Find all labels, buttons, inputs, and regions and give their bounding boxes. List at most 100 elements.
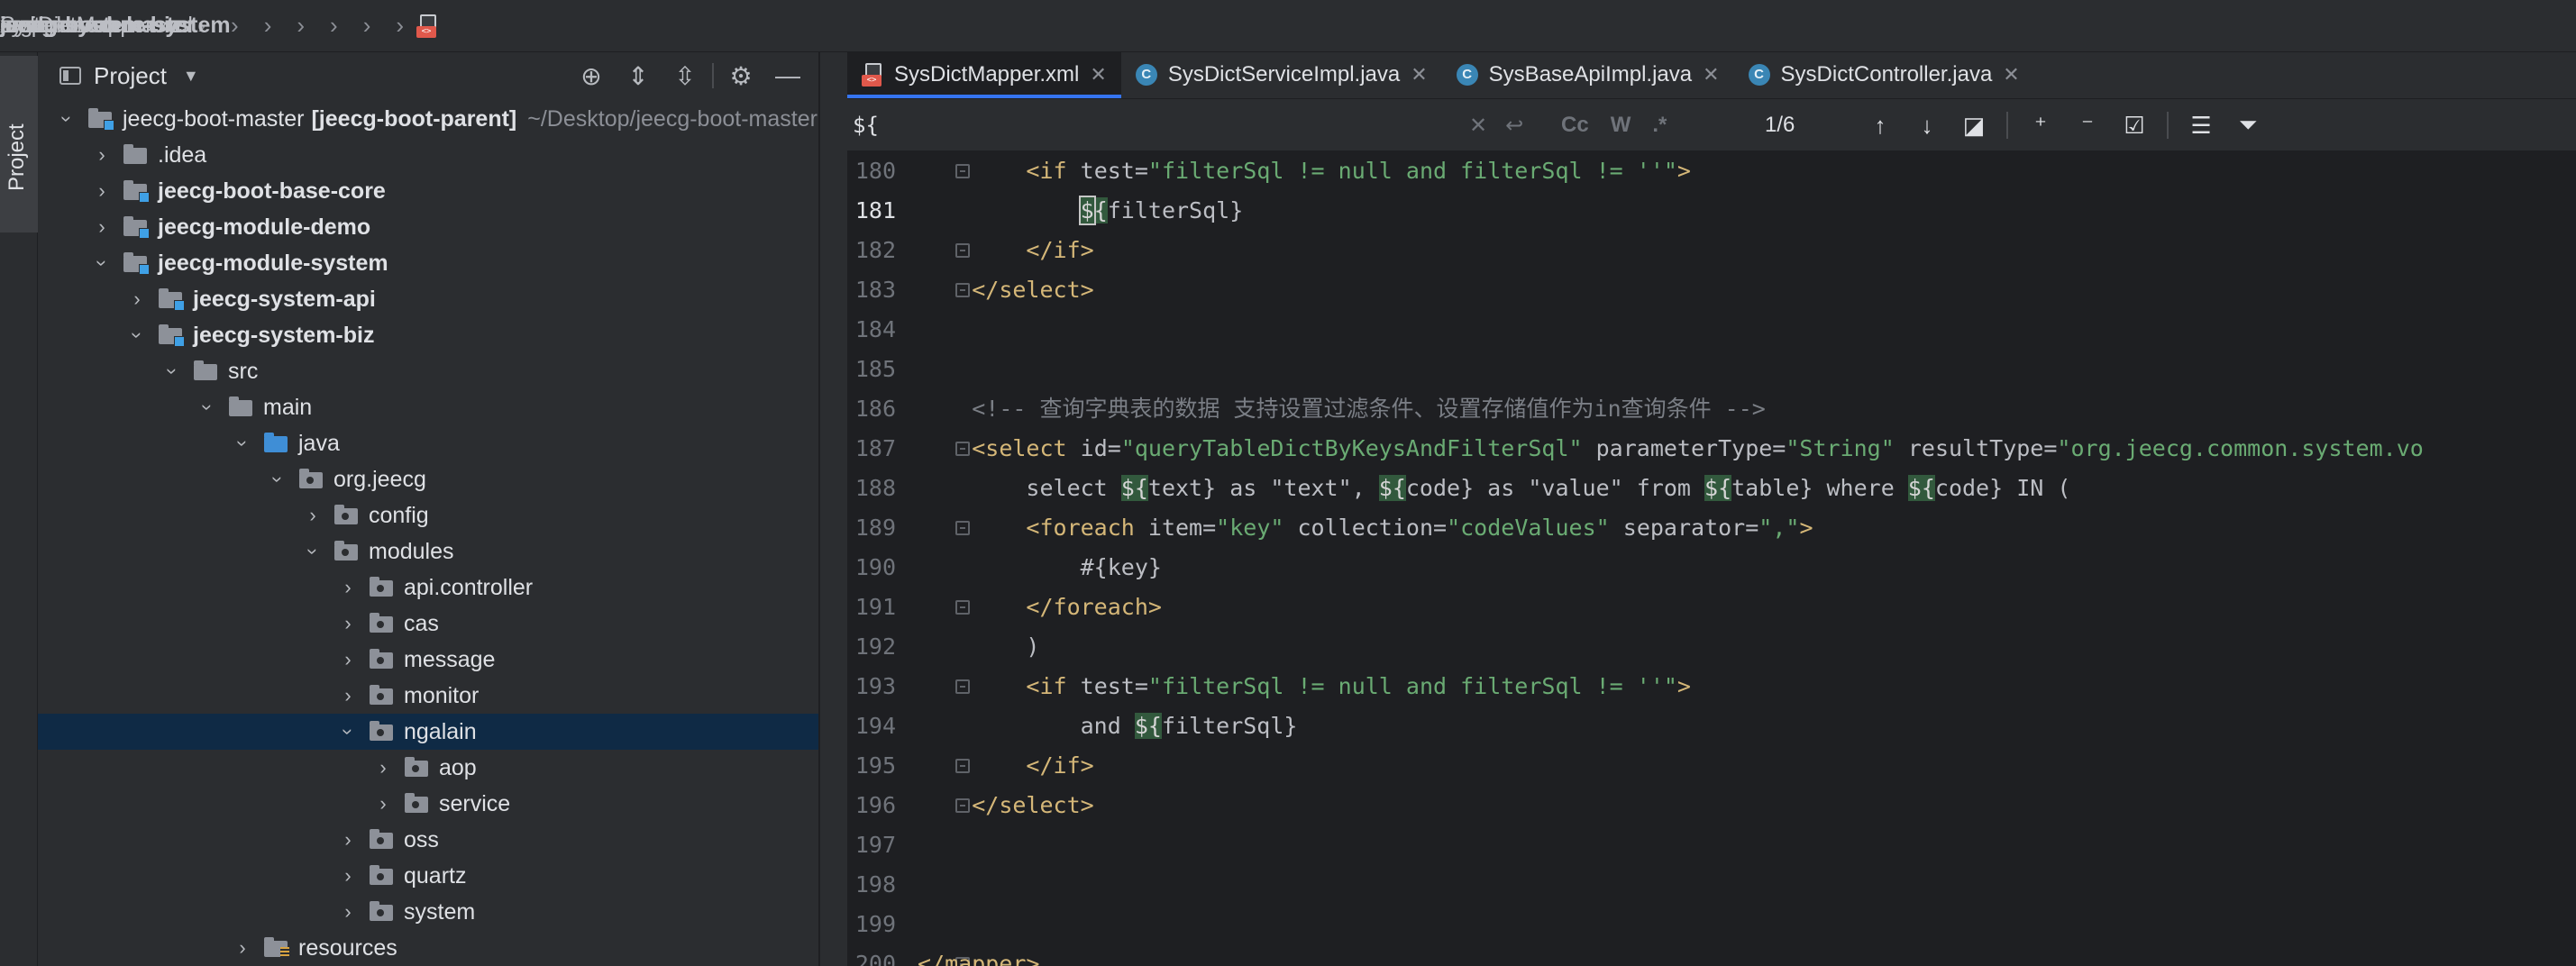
- chevron-right-icon[interactable]: ›: [339, 648, 357, 671]
- tree-node[interactable]: › jeecg-boot-base-core: [38, 173, 818, 209]
- project-tool-window-tab[interactable]: Project: [0, 56, 38, 232]
- filter-icon[interactable]: ⏷: [2224, 111, 2271, 140]
- tree-node[interactable]: › jeecg-system-biz: [38, 317, 818, 353]
- tree-node[interactable]: › modules: [38, 533, 818, 570]
- editor-tab[interactable]: <> SysDictMapper.xml ✕: [847, 51, 1121, 98]
- close-icon[interactable]: ✕: [1411, 63, 1427, 87]
- tree-node[interactable]: › jeecg-system-api: [38, 281, 818, 317]
- tree-node[interactable]: › cas: [38, 606, 818, 642]
- tree-node[interactable]: › org.jeecg: [38, 461, 818, 497]
- hide-panel-icon[interactable]: —: [764, 61, 811, 90]
- breadcrumb-item[interactable]: system ›: [0, 12, 351, 40]
- close-icon[interactable]: ✕: [1703, 63, 1719, 87]
- next-occurrence-icon[interactable]: ↓: [1904, 112, 1950, 140]
- tree-node[interactable]: › ngalain: [38, 714, 818, 750]
- expand-all-icon[interactable]: ⇕: [615, 61, 662, 91]
- tree-node[interactable]: › oss: [38, 822, 818, 858]
- code-line[interactable]: 193 <if test="filterSql != null and filt…: [847, 667, 2576, 706]
- previous-occurrence-icon[interactable]: ↑: [1857, 112, 1904, 140]
- tree-node[interactable]: › service: [38, 786, 818, 822]
- code-line[interactable]: 198: [847, 865, 2576, 905]
- chevron-down-icon[interactable]: ›: [196, 398, 219, 416]
- tree-node[interactable]: › .idea: [38, 137, 818, 173]
- regex-toggle[interactable]: .*: [1652, 113, 1667, 138]
- code-line[interactable]: 182 </if>: [847, 231, 2576, 270]
- code-line[interactable]: 186 <!-- 查询字典表的数据 支持设置过滤条件、设置存储值作为in查询条件…: [847, 389, 2576, 429]
- collapse-all-icon[interactable]: ⇳: [662, 61, 708, 91]
- remove-caret-icon[interactable]: ⁻: [2064, 112, 2111, 140]
- chevron-right-icon[interactable]: ›: [339, 576, 357, 599]
- chevron-right-icon[interactable]: ›: [93, 143, 111, 167]
- chevron-down-icon[interactable]: ›: [336, 723, 360, 741]
- new-line-icon[interactable]: ↩: [1505, 113, 1523, 139]
- gear-icon[interactable]: ⚙: [717, 61, 764, 91]
- chevron-right-icon[interactable]: ›: [128, 287, 146, 311]
- chevron-right-icon[interactable]: ›: [93, 179, 111, 203]
- code-line[interactable]: 180 <if test="filterSql != null and filt…: [847, 151, 2576, 191]
- chevron-right-icon[interactable]: ›: [93, 215, 111, 239]
- code-line[interactable]: 181 ${filterSql}: [847, 191, 2576, 231]
- code-line[interactable]: 199: [847, 905, 2576, 944]
- breadcrumb-item[interactable]: jeecg ›: [0, 12, 285, 40]
- editor-tab[interactable]: C SysDictServiceImpl.java ✕: [1121, 51, 1442, 98]
- chevron-down-icon[interactable]: ›: [160, 362, 184, 380]
- tree-node[interactable]: › jeecg-module-system: [38, 245, 818, 281]
- tree-node[interactable]: › src: [38, 353, 818, 389]
- add-caret-icon[interactable]: ⁺: [2017, 112, 2064, 140]
- editor-tab[interactable]: C SysDictController.java ✕: [1734, 51, 2034, 98]
- breadcrumb-item[interactable]: mapper ›: [0, 12, 384, 40]
- close-icon[interactable]: ✕: [1090, 63, 1106, 87]
- code-line[interactable]: 184: [847, 310, 2576, 350]
- tree-node[interactable]: › system: [38, 894, 818, 930]
- tree-node[interactable]: › aop: [38, 750, 818, 786]
- chevron-down-icon[interactable]: ›: [301, 542, 324, 560]
- chevron-right-icon[interactable]: ›: [339, 612, 357, 635]
- close-icon[interactable]: ✕: [2003, 63, 2019, 87]
- tree-node[interactable]: › config: [38, 497, 818, 533]
- locate-file-icon[interactable]: ⊕: [568, 61, 615, 91]
- code-line[interactable]: 194 and ${filterSql}: [847, 706, 2576, 746]
- code-line[interactable]: 187 <select id="queryTableDictByKeysAndF…: [847, 429, 2576, 469]
- words-toggle[interactable]: W: [1611, 113, 1631, 138]
- view-dropdown-icon[interactable]: ▼: [183, 67, 199, 86]
- code-line[interactable]: 196 </select>: [847, 786, 2576, 825]
- code-line[interactable]: 197: [847, 825, 2576, 865]
- chevron-down-icon[interactable]: ›: [266, 470, 289, 488]
- code-line[interactable]: 188 select ${text} as "text", ${code} as…: [847, 469, 2576, 508]
- code-line[interactable]: 195 </if>: [847, 746, 2576, 786]
- tree-node[interactable]: › jeecg-boot-master [jeecg-boot-parent] ~/D…: [38, 101, 818, 137]
- code-line[interactable]: 189 <foreach item="key" collection="code…: [847, 508, 2576, 548]
- search-input[interactable]: ${: [847, 99, 1514, 151]
- tree-node[interactable]: › main: [38, 389, 818, 425]
- chevron-down-icon[interactable]: ›: [55, 110, 78, 128]
- chevron-down-icon[interactable]: ›: [90, 254, 114, 272]
- chevron-right-icon[interactable]: ›: [233, 936, 251, 960]
- chevron-down-icon[interactable]: ›: [125, 326, 149, 344]
- chevron-right-icon[interactable]: ›: [304, 504, 322, 527]
- tree-node[interactable]: › jeecg-module-demo: [38, 209, 818, 245]
- select-all-occurrences-icon[interactable]: ☑: [2111, 112, 2158, 140]
- tree-node[interactable]: › resources: [38, 930, 818, 966]
- in-selection-icon[interactable]: ☰: [2178, 112, 2224, 140]
- code-line[interactable]: 200 </mapper>: [847, 944, 2576, 966]
- tree-node[interactable]: › quartz: [38, 858, 818, 894]
- editor-tab[interactable]: C SysBaseApiImpl.java ✕: [1442, 51, 1734, 98]
- tree-node[interactable]: › message: [38, 642, 818, 678]
- breadcrumb-item[interactable]: xml ›: [0, 12, 416, 40]
- chevron-right-icon[interactable]: ›: [339, 900, 357, 924]
- chevron-right-icon[interactable]: ›: [339, 828, 357, 852]
- chevron-right-icon[interactable]: ›: [374, 756, 392, 779]
- tree-node[interactable]: › api.controller: [38, 570, 818, 606]
- code-line[interactable]: 190 #{key}: [847, 548, 2576, 588]
- tree-node[interactable]: › monitor: [38, 678, 818, 714]
- open-in-window-icon[interactable]: ◪: [1950, 112, 1997, 140]
- chevron-right-icon[interactable]: ›: [339, 864, 357, 888]
- code-line[interactable]: 192 ): [847, 627, 2576, 667]
- code-line[interactable]: 191 </foreach>: [847, 588, 2576, 627]
- code-line[interactable]: 185: [847, 350, 2576, 389]
- clear-search-icon[interactable]: ✕: [1469, 113, 1487, 139]
- tree-node[interactable]: › java: [38, 425, 818, 461]
- chevron-down-icon[interactable]: ›: [231, 434, 254, 452]
- chevron-right-icon[interactable]: ›: [374, 792, 392, 816]
- code-area[interactable]: 180 <if test="filterSql != null and filt…: [847, 151, 2576, 966]
